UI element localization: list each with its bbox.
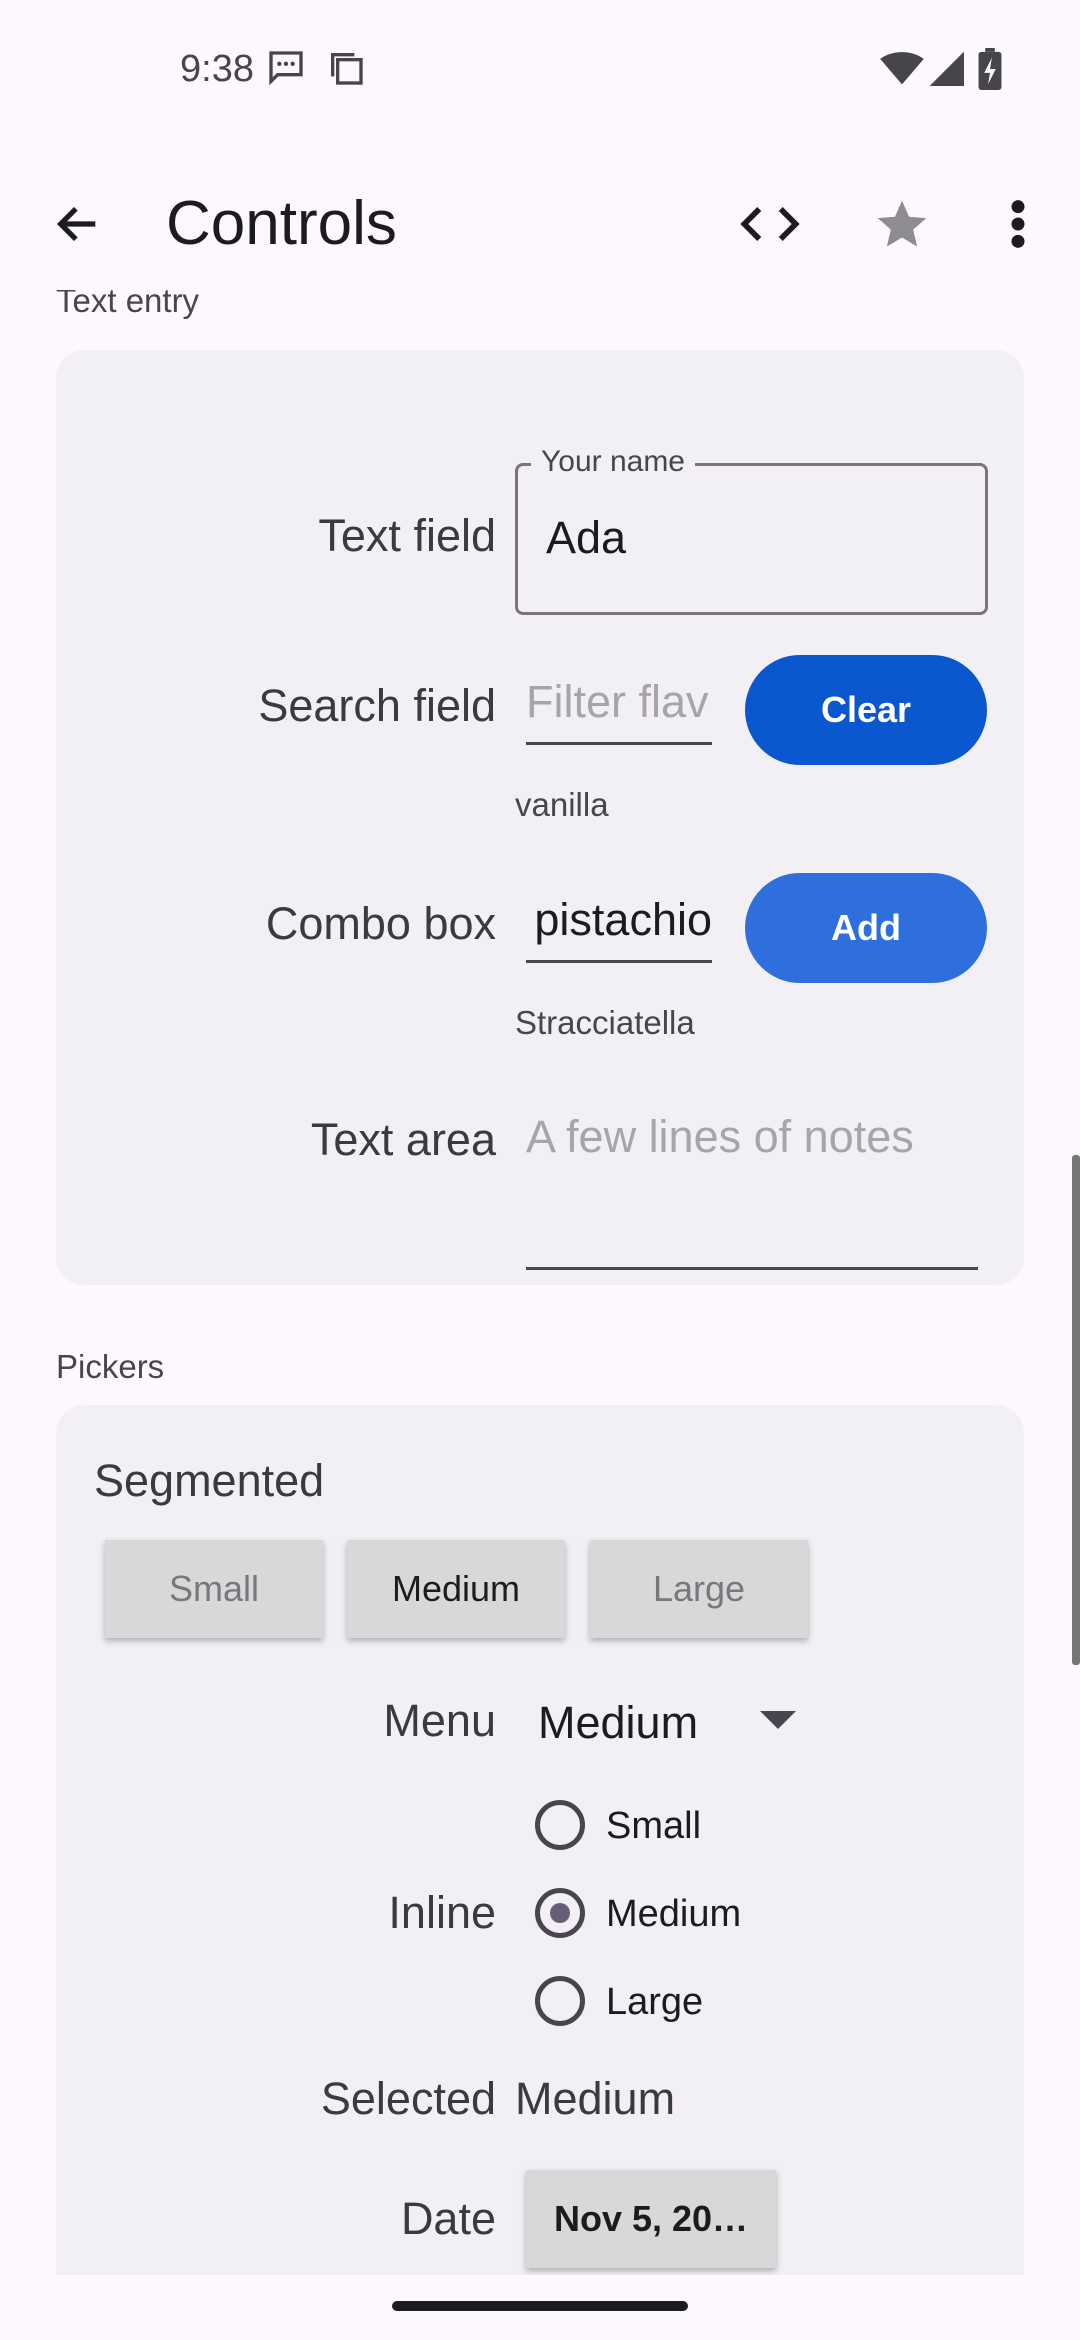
radio-small[interactable] (535, 1800, 585, 1850)
radio-label-large: Large (606, 1981, 704, 2023)
inline-label: Inline (388, 1887, 496, 1938)
battery-charging-icon (978, 48, 1002, 90)
text-entry-card: Text field Ada Your name Search field Fi… (56, 350, 1024, 1285)
section-label-pickers: Pickers (56, 1348, 165, 1385)
combo-box-value: pistachio (534, 894, 712, 945)
page-title: Controls (166, 189, 397, 258)
more-vert-icon (1011, 200, 1025, 248)
text-field-label: Text field (318, 510, 496, 561)
radio-option-large[interactable]: Large (530, 1971, 830, 2031)
search-field-label: Search field (258, 680, 496, 731)
name-field-value: Ada (546, 512, 627, 563)
text-area-label: Text area (310, 1114, 496, 1165)
back-arrow-icon (56, 206, 96, 242)
code-icon (740, 207, 800, 241)
radio-option-medium[interactable]: Medium (530, 1883, 830, 1943)
message-icon (269, 51, 303, 86)
radio-label-small: Small (606, 1805, 702, 1847)
radio-medium-selected[interactable] (535, 1888, 585, 1938)
menu-value: Medium (538, 1697, 699, 1748)
notes-text-area[interactable]: A few lines of notes (526, 1095, 978, 1270)
segmented-title: Segmented (94, 1455, 325, 1506)
selected-value: Medium (515, 2073, 676, 2124)
code-button[interactable] (730, 184, 810, 264)
radio-large[interactable] (535, 1976, 585, 2026)
text-area-placeholder: A few lines of notes (526, 1111, 914, 1162)
name-floating-label: Your name (531, 445, 695, 479)
copy-icon (331, 53, 363, 85)
wifi-icon (880, 52, 924, 85)
scrollbar[interactable] (1072, 1155, 1080, 1665)
search-placeholder: Filter flav (526, 676, 709, 727)
date-picker-button[interactable]: Nov 5, 20… (526, 2170, 776, 2268)
segment-large[interactable]: Large (590, 1540, 808, 1638)
back-button[interactable] (38, 184, 118, 264)
signal-icon (929, 51, 964, 86)
segment-medium[interactable]: Medium (347, 1540, 565, 1638)
scroll-content[interactable]: Text entry Text field Ada Your name Sear… (0, 290, 1080, 2275)
combo-box-label: Combo box (265, 898, 496, 949)
menu-label: Menu (383, 1695, 496, 1746)
add-button[interactable]: Add (745, 873, 987, 983)
clear-button[interactable]: Clear (745, 655, 987, 765)
star-icon (877, 200, 927, 247)
menu-dropdown[interactable]: Medium (526, 1675, 826, 1765)
section-label-text-entry: Text entry (56, 290, 200, 319)
radio-label-medium: Medium (606, 1893, 742, 1935)
segment-small[interactable]: Small (105, 1540, 323, 1638)
favorite-button[interactable] (862, 184, 942, 264)
combo-result: Stracciatella (515, 1004, 695, 1041)
name-text-field[interactable]: Ada (515, 463, 988, 615)
search-result: vanilla (515, 786, 609, 823)
search-input[interactable]: Filter flav (526, 662, 712, 745)
pickers-card: Segmented Small Medium Large Menu Medium… (56, 1405, 1024, 2275)
combo-box-input[interactable]: pistachio (526, 880, 712, 963)
date-label: Date (400, 2193, 496, 2244)
radio-option-small[interactable]: Small (530, 1795, 830, 1855)
status-time: 9:38 (180, 48, 254, 90)
more-options-button[interactable] (990, 184, 1046, 264)
dropdown-arrow-icon (760, 1711, 796, 1729)
home-indicator[interactable] (392, 2301, 688, 2311)
selected-label: Selected (320, 2073, 496, 2124)
